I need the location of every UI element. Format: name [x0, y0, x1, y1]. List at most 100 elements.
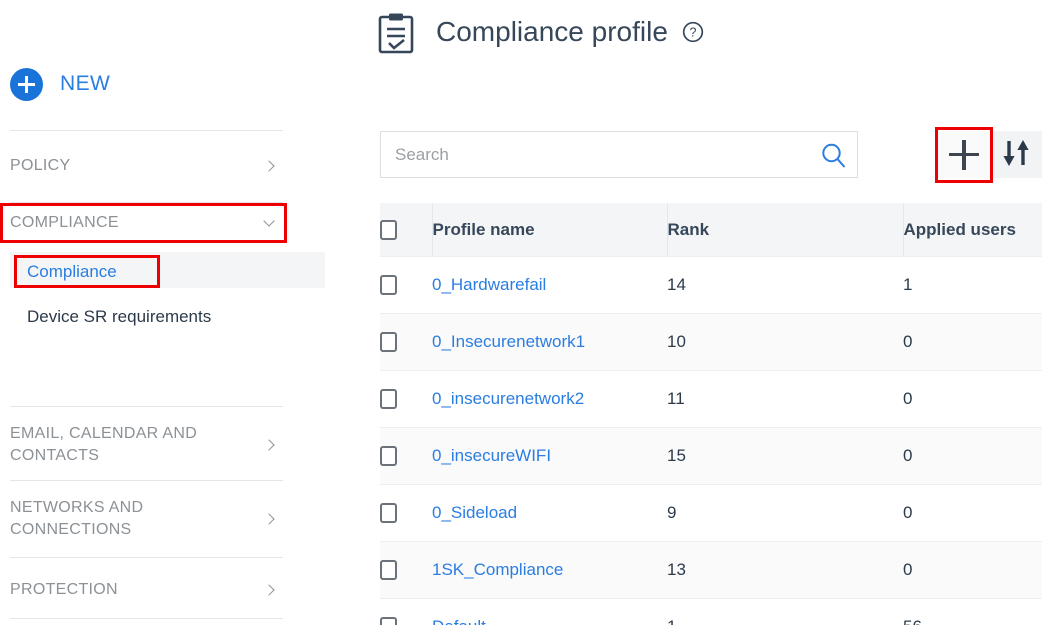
- sidebar: NEW POLICY COMPLIANCE Compliance Device …: [0, 0, 330, 625]
- table-header-row: Profile name Rank Applied users: [380, 203, 1042, 257]
- checkbox-icon[interactable]: [380, 275, 397, 295]
- search-icon[interactable]: [820, 142, 847, 169]
- app-root: NEW POLICY COMPLIANCE Compliance Device …: [0, 0, 1042, 625]
- new-button[interactable]: NEW: [10, 63, 110, 105]
- sidebar-item-compliance[interactable]: COMPLIANCE: [10, 205, 283, 241]
- cell-rank: 15: [667, 427, 903, 485]
- profile-link[interactable]: 0_Sideload: [432, 503, 517, 522]
- chevron-right-icon: [263, 159, 277, 173]
- profile-link[interactable]: 0_Hardwarefail: [432, 275, 546, 294]
- page-title: Compliance profile: [436, 16, 668, 47]
- sidebar-item-protection[interactable]: PROTECTION: [10, 572, 283, 608]
- chevron-right-icon: [263, 512, 277, 526]
- help-circle-icon[interactable]: ?: [682, 21, 704, 43]
- table-row[interactable]: 0_Hardwarefail 14 1: [380, 256, 1042, 314]
- cell-applied-users: 56: [903, 598, 1042, 625]
- plus-icon: [949, 139, 979, 170]
- table-body: 0_Hardwarefail 14 1 0_Insecurenetwork1 1…: [380, 256, 1042, 625]
- sidebar-subitem-device-sr-requirements[interactable]: Device SR requirements: [27, 302, 257, 332]
- table-row[interactable]: 1SK_Compliance 13 0: [380, 541, 1042, 599]
- profile-link[interactable]: 0_insecureWIFI: [432, 446, 551, 465]
- row-checkbox-cell: [380, 484, 432, 542]
- cell-profile-name: 0_insecureWIFI: [432, 427, 667, 485]
- column-header-rank[interactable]: Rank: [667, 203, 904, 257]
- cell-rank: 10: [667, 313, 903, 371]
- cell-rank: 14: [667, 256, 903, 314]
- chevron-right-icon: [263, 438, 277, 452]
- cell-profile-name: 0_Sideload: [432, 484, 667, 542]
- profile-link[interactable]: Default: [432, 617, 486, 625]
- sidebar-item-policy-label: POLICY: [10, 157, 71, 174]
- checkbox-icon[interactable]: [380, 389, 397, 409]
- chevron-down-icon: [263, 216, 277, 230]
- table-row[interactable]: 0_Insecurenetwork1 10 0: [380, 313, 1042, 371]
- search-box: [380, 131, 858, 178]
- profile-link[interactable]: 1SK_Compliance: [432, 560, 563, 579]
- column-header-profile-name[interactable]: Profile name: [432, 203, 668, 257]
- sidebar-item-networks-and-connections-label: NETWORKS AND CONNECTIONS: [10, 499, 144, 538]
- profiles-table: Profile name Rank Applied users 0_Hardwa…: [380, 203, 1042, 625]
- row-checkbox-cell: [380, 313, 432, 371]
- toolbar-button-group: [938, 131, 1042, 178]
- cell-rank: 13: [667, 541, 903, 599]
- table-row[interactable]: 0_insecureWIFI 15 0: [380, 427, 1042, 485]
- chevron-right-icon: [263, 583, 277, 597]
- table-row[interactable]: 0_insecurenetwork2 11 0: [380, 370, 1042, 428]
- profile-link[interactable]: 0_Insecurenetwork1: [432, 332, 585, 351]
- checkbox-icon[interactable]: [380, 560, 397, 580]
- row-checkbox-cell: [380, 598, 432, 625]
- cell-applied-users: 0: [903, 427, 1042, 485]
- clipboard-check-icon: [378, 12, 414, 54]
- sidebar-item-policy[interactable]: POLICY: [10, 147, 283, 185]
- cell-profile-name: Default: [432, 598, 667, 625]
- sidebar-divider: [10, 618, 283, 619]
- sidebar-subitem-compliance[interactable]: Compliance: [27, 260, 257, 284]
- table-row[interactable]: Default 1 56: [380, 598, 1042, 625]
- cell-applied-users: 1: [903, 256, 1042, 314]
- sidebar-divider: [10, 557, 283, 558]
- sidebar-item-networks-and-connections[interactable]: NETWORKS AND CONNECTIONS: [10, 492, 283, 546]
- row-checkbox-cell: [380, 541, 432, 599]
- cell-applied-users: 0: [903, 484, 1042, 542]
- cell-rank: 1: [667, 598, 903, 625]
- row-checkbox-cell: [380, 256, 432, 314]
- sidebar-item-email-calendar-and-contacts[interactable]: EMAIL, CALENDAR AND CONTACTS: [10, 418, 283, 472]
- table-row[interactable]: 0_Sideload 9 0: [380, 484, 1042, 542]
- sidebar-item-protection-label: PROTECTION: [10, 581, 118, 598]
- checkbox-icon[interactable]: [380, 332, 397, 352]
- toolbar: [380, 127, 1042, 183]
- sidebar-divider: [10, 202, 283, 203]
- sort-button[interactable]: [990, 131, 1042, 178]
- checkbox-icon[interactable]: [380, 446, 397, 466]
- column-header-applied-users[interactable]: Applied users: [903, 203, 1042, 257]
- page-header: Compliance profile ?: [378, 6, 704, 58]
- sort-arrows-icon: [999, 138, 1033, 171]
- sidebar-divider: [10, 406, 283, 407]
- new-button-label: NEW: [60, 72, 111, 95]
- sidebar-divider: [10, 480, 283, 481]
- profile-link[interactable]: 0_insecurenetwork2: [432, 389, 584, 408]
- checkbox-icon[interactable]: [380, 617, 397, 625]
- cell-applied-users: 0: [903, 313, 1042, 371]
- main-content: Compliance profile ? Search Profile name…: [330, 0, 1042, 625]
- sidebar-divider: [10, 130, 283, 131]
- svg-text:?: ?: [689, 26, 696, 40]
- cell-profile-name: 1SK_Compliance: [432, 541, 667, 599]
- cell-profile-name: 0_Hardwarefail: [432, 256, 667, 314]
- cell-profile-name: 0_insecurenetwork2: [432, 370, 667, 428]
- row-checkbox-cell: [380, 370, 432, 428]
- cell-rank: 11: [667, 370, 903, 428]
- cell-applied-users: 0: [903, 370, 1042, 428]
- row-checkbox-cell: [380, 427, 432, 485]
- add-profile-button[interactable]: [938, 131, 990, 178]
- select-all-header: [380, 203, 433, 257]
- search-input[interactable]: [381, 132, 815, 177]
- cell-applied-users: 0: [903, 541, 1042, 599]
- cell-rank: 9: [667, 484, 903, 542]
- sidebar-item-email-calendar-and-contacts-label: EMAIL, CALENDAR AND CONTACTS: [10, 425, 198, 464]
- sidebar-item-compliance-label: COMPLIANCE: [10, 214, 119, 231]
- checkbox-icon[interactable]: [380, 219, 397, 240]
- checkbox-icon[interactable]: [380, 503, 397, 523]
- cell-profile-name: 0_Insecurenetwork1: [432, 313, 667, 371]
- plus-circle-icon: [10, 67, 43, 101]
